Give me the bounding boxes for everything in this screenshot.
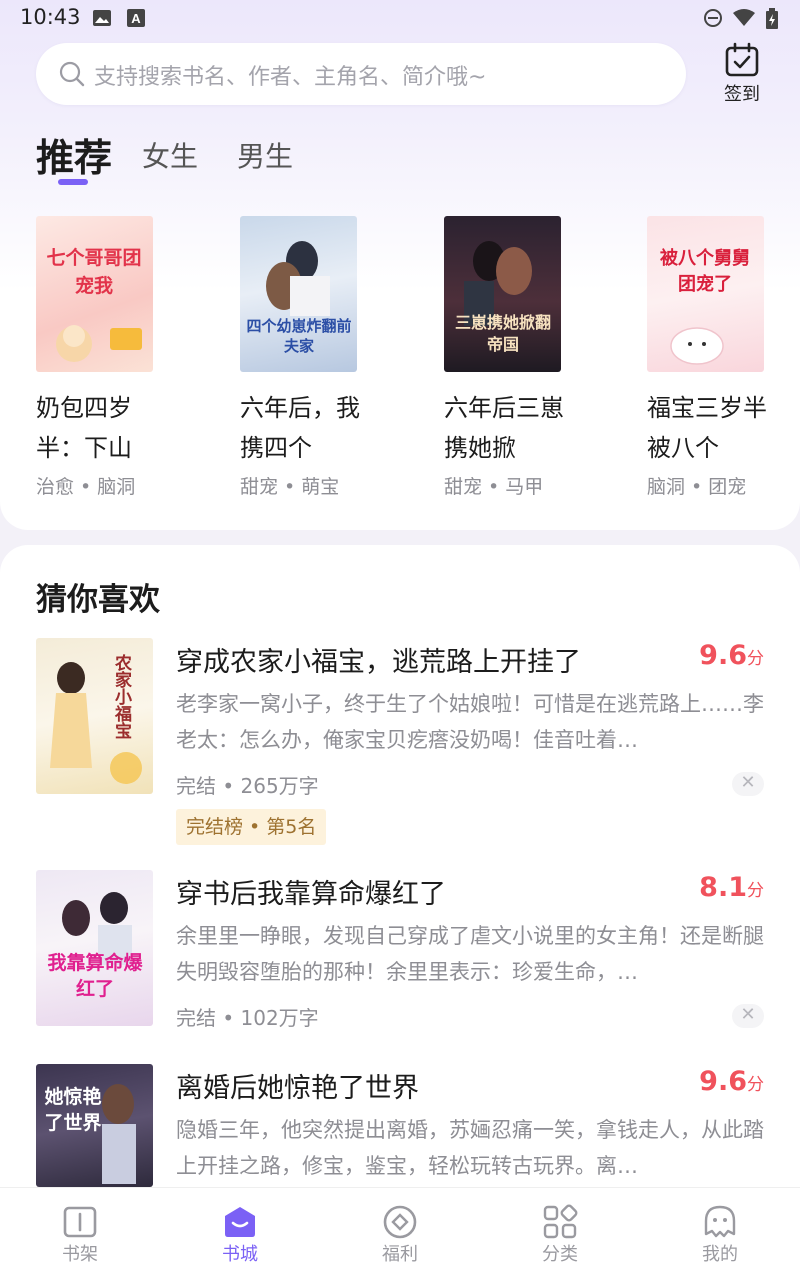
featured-book[interactable]: 被八个舅舅团宠了 福宝三岁半被八个 脑洞 • 团宠: [647, 216, 767, 499]
status-bar: 10:43 A: [0, 0, 800, 36]
dismiss-button[interactable]: ✕: [732, 1004, 764, 1028]
cover-art: [670, 327, 724, 365]
battery-icon: [766, 8, 778, 29]
tab-active-indicator: [58, 179, 88, 185]
status-time: 10:43: [20, 5, 81, 29]
book-description: 余里里一睁眼，发现自己穿成了虐文小说里的女主角！还是断腿失明毁容堕胎的那种！余里…: [176, 924, 764, 984]
tab-female[interactable]: 女生: [142, 135, 198, 175]
book-score: 8.1分: [699, 872, 764, 903]
nav-label: 书架: [62, 1244, 98, 1265]
dismiss-button[interactable]: ✕: [732, 772, 764, 796]
cover-title: 她惊艳了世界: [44, 1086, 102, 1134]
recommend-heading: 猜你喜欢: [36, 582, 160, 618]
featured-title: 六年后三崽携她掀: [444, 394, 564, 462]
rank-badge[interactable]: 完结榜 • 第5名: [176, 809, 327, 845]
book-score: 9.6分: [699, 1066, 764, 1097]
tab-male[interactable]: 男生: [237, 135, 293, 175]
category-icon: [543, 1204, 578, 1239]
close-icon: ✕: [740, 1004, 756, 1025]
book-title: 穿成农家小福宝，逃荒路上开挂了: [176, 647, 581, 678]
nav-label: 分类: [542, 1244, 578, 1265]
cover-title: 农家小福宝: [111, 654, 131, 739]
cover-title: 我靠算命爆红了: [47, 952, 143, 1000]
bookshelf-icon: [63, 1206, 97, 1238]
bottom-nav: 书架 书城 福利 分类 我的: [0, 1187, 800, 1280]
nav-bookstore[interactable]: 书城: [180, 1188, 300, 1280]
nav-bookshelf[interactable]: 书架: [20, 1188, 140, 1280]
book-title: 穿书后我靠算命爆红了: [176, 879, 446, 910]
book-meta: 完结 • 102万字: [176, 1006, 319, 1030]
nav-label: 书城: [222, 1244, 258, 1265]
cover-title: 四个幼崽炸翻前夫家: [246, 317, 352, 355]
book-meta: 完结 • 265万字: [176, 774, 319, 798]
cover-title: 三崽携她掀翻帝国: [454, 313, 551, 354]
search-placeholder: 支持搜索书名、作者、主角名、简介哦~: [94, 65, 487, 90]
nav-label: 我的: [702, 1244, 738, 1265]
featured-tags: 甜宠 • 马甲: [444, 476, 544, 498]
search-input[interactable]: 支持搜索书名、作者、主角名、简介哦~: [36, 43, 686, 105]
featured-tags: 脑洞 • 团宠: [647, 476, 747, 498]
featured-title: 福宝三岁半被八个: [647, 394, 767, 462]
nav-welfare[interactable]: 福利: [340, 1188, 460, 1280]
search-icon: [59, 61, 85, 87]
featured-title: 六年后，我携四个: [240, 394, 360, 462]
cover-art: [62, 892, 132, 965]
featured-tags: 治愈 • 脑洞: [36, 476, 136, 498]
book-description: 老李家一窝小子，终于生了个姑娘啦！可惜是在逃荒路上……李老太：怎么办，俺家宝贝疙…: [176, 692, 764, 752]
wifi-icon: [733, 9, 755, 26]
book-cover: 七个哥哥团宠我: [36, 216, 153, 372]
nav-label: 福利: [382, 1244, 418, 1265]
book-cover: 我靠算命爆红了: [36, 870, 153, 1026]
book-cover: 农家小福宝: [36, 638, 153, 794]
svg-text:A: A: [131, 11, 141, 26]
gallery-icon: [93, 10, 111, 26]
welfare-icon: [383, 1205, 417, 1239]
book-score: 9.6分: [699, 640, 764, 671]
book-cover: 她惊艳了世界: [36, 1064, 153, 1187]
close-icon: ✕: [740, 772, 756, 793]
book-cover: 被八个舅舅团宠了: [647, 216, 764, 372]
book-title: 离婚后她惊艳了世界: [176, 1073, 419, 1104]
nav-profile[interactable]: 我的: [660, 1188, 780, 1280]
checkin-button[interactable]: 签到: [712, 40, 772, 106]
book-cover: 三崽携她掀翻帝国: [444, 216, 561, 372]
featured-book[interactable]: 七个哥哥团宠我 奶包四岁半：下山 治愈 • 脑洞: [36, 216, 156, 499]
cover-art: [56, 325, 142, 362]
bookstore-icon: [225, 1207, 255, 1237]
tab-recommend[interactable]: 推荐: [36, 127, 112, 182]
calendar-check-icon: [725, 42, 759, 77]
profile-icon: [704, 1205, 736, 1238]
nav-category[interactable]: 分类: [500, 1188, 620, 1280]
do-not-disturb-icon: [704, 9, 722, 27]
featured-tags: 甜宠 • 萌宝: [240, 476, 340, 498]
text-notification-icon: A: [127, 9, 145, 27]
checkin-label: 签到: [724, 84, 760, 105]
featured-title: 奶包四岁半：下山: [36, 394, 132, 462]
book-description: 隐婚三年，他突然提出离婚，苏婳忍痛一笑，拿钱走人，从此踏上开挂之路，修宝，鉴宝，…: [176, 1118, 764, 1178]
featured-book[interactable]: 四个幼崽炸翻前夫家 六年后，我携四个 甜宠 • 萌宝: [240, 216, 360, 499]
featured-book[interactable]: 三崽携她掀翻帝国 六年后三崽携她掀 甜宠 • 马甲: [444, 216, 564, 499]
book-cover: 四个幼崽炸翻前夫家: [240, 216, 357, 372]
